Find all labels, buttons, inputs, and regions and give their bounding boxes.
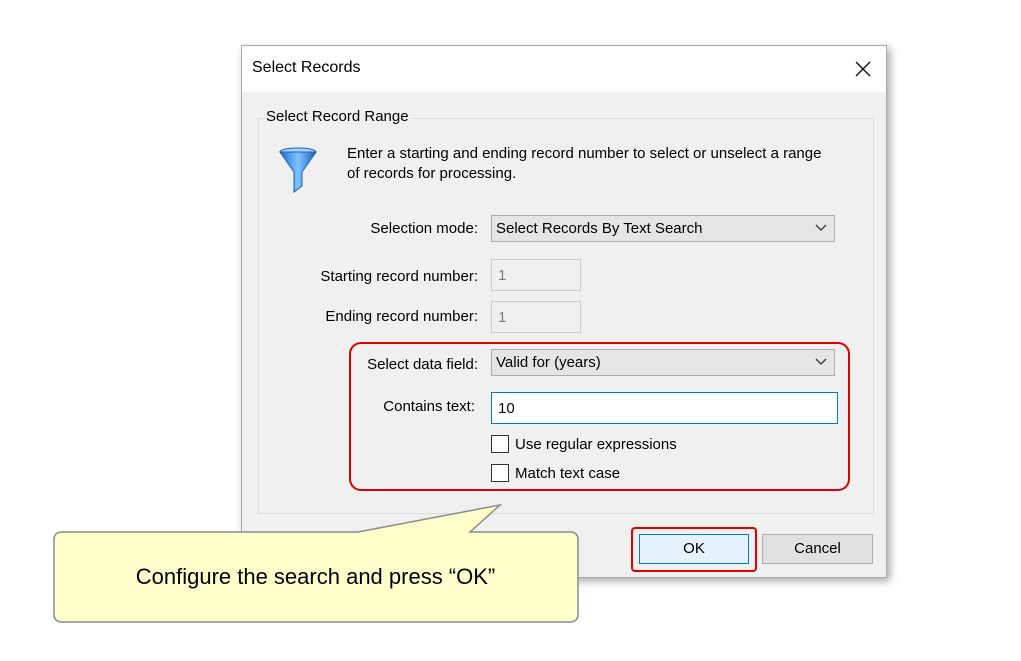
callout-bubble <box>53 503 579 623</box>
callout-text: Configure the search and press “OK” <box>135 564 496 589</box>
